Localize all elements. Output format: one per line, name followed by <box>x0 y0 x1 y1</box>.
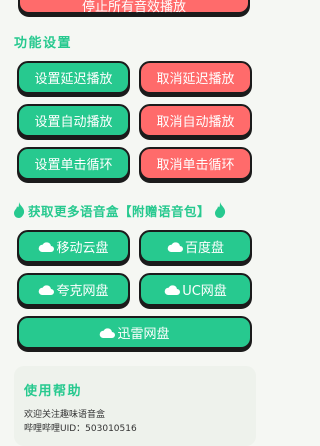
cloud-icon <box>38 284 55 295</box>
cancel-auto-play-button[interactable]: 取消自动播放 <box>139 104 252 137</box>
baidu-pan-button[interactable]: 百度盘 <box>139 230 252 263</box>
help-card: 使用帮助 欢迎关注趣味语音盒 哔哩哔哩UID：503010516 <box>14 366 256 446</box>
cancel-auto-play-label: 取消自动播放 <box>156 115 235 130</box>
stop-all-sounds-label: 停止所有音效播放 <box>81 0 186 15</box>
fire-icon <box>214 202 226 218</box>
download-section-header: 获取更多语音盒【附赠语音包】 <box>13 200 257 220</box>
help-line: 欢迎关注趣味语音盒 <box>24 410 106 420</box>
mobile-cloud-button[interactable]: 移动云盘 <box>17 230 130 263</box>
set-click-loop-label: 设置单击循环 <box>34 158 113 173</box>
help-title: 使用帮助 <box>24 384 83 399</box>
set-delay-play-label: 设置延迟播放 <box>34 72 113 87</box>
quark-drive-label: 夸克网盘 <box>56 284 109 299</box>
cloud-icon <box>164 284 181 295</box>
stop-all-sounds-button[interactable]: 停止所有音效播放 <box>18 0 250 15</box>
xunlei-drive-label: 迅雷网盘 <box>117 327 170 342</box>
baidu-pan-label: 百度盘 <box>184 241 224 256</box>
quark-drive-button[interactable]: 夸克网盘 <box>17 273 130 306</box>
uc-drive-label: UC网盘 <box>182 284 227 299</box>
set-auto-play-label: 设置自动播放 <box>34 115 113 130</box>
cancel-delay-play-label: 取消延迟播放 <box>156 72 235 87</box>
cloud-icon <box>167 241 183 252</box>
cancel-click-loop-button[interactable]: 取消单击循环 <box>139 147 252 180</box>
set-auto-play-button[interactable]: 设置自动播放 <box>17 104 130 137</box>
cloud-icon <box>38 241 55 252</box>
cancel-click-loop-label: 取消单击循环 <box>156 158 235 173</box>
uc-drive-button[interactable]: UC网盘 <box>139 273 252 306</box>
cancel-delay-play-button[interactable]: 取消延迟播放 <box>139 61 252 94</box>
set-click-loop-button[interactable]: 设置单击循环 <box>17 147 130 180</box>
xunlei-drive-button[interactable]: 迅雷网盘 <box>17 316 252 349</box>
set-delay-play-button[interactable]: 设置延迟播放 <box>17 61 130 94</box>
mobile-cloud-label: 移动云盘 <box>56 241 109 256</box>
download-section-title: 获取更多语音盒【附赠语音包】 <box>28 203 211 219</box>
fire-icon <box>13 202 25 218</box>
function-settings-title: 功能设置 <box>14 36 73 51</box>
cloud-icon <box>99 327 116 338</box>
